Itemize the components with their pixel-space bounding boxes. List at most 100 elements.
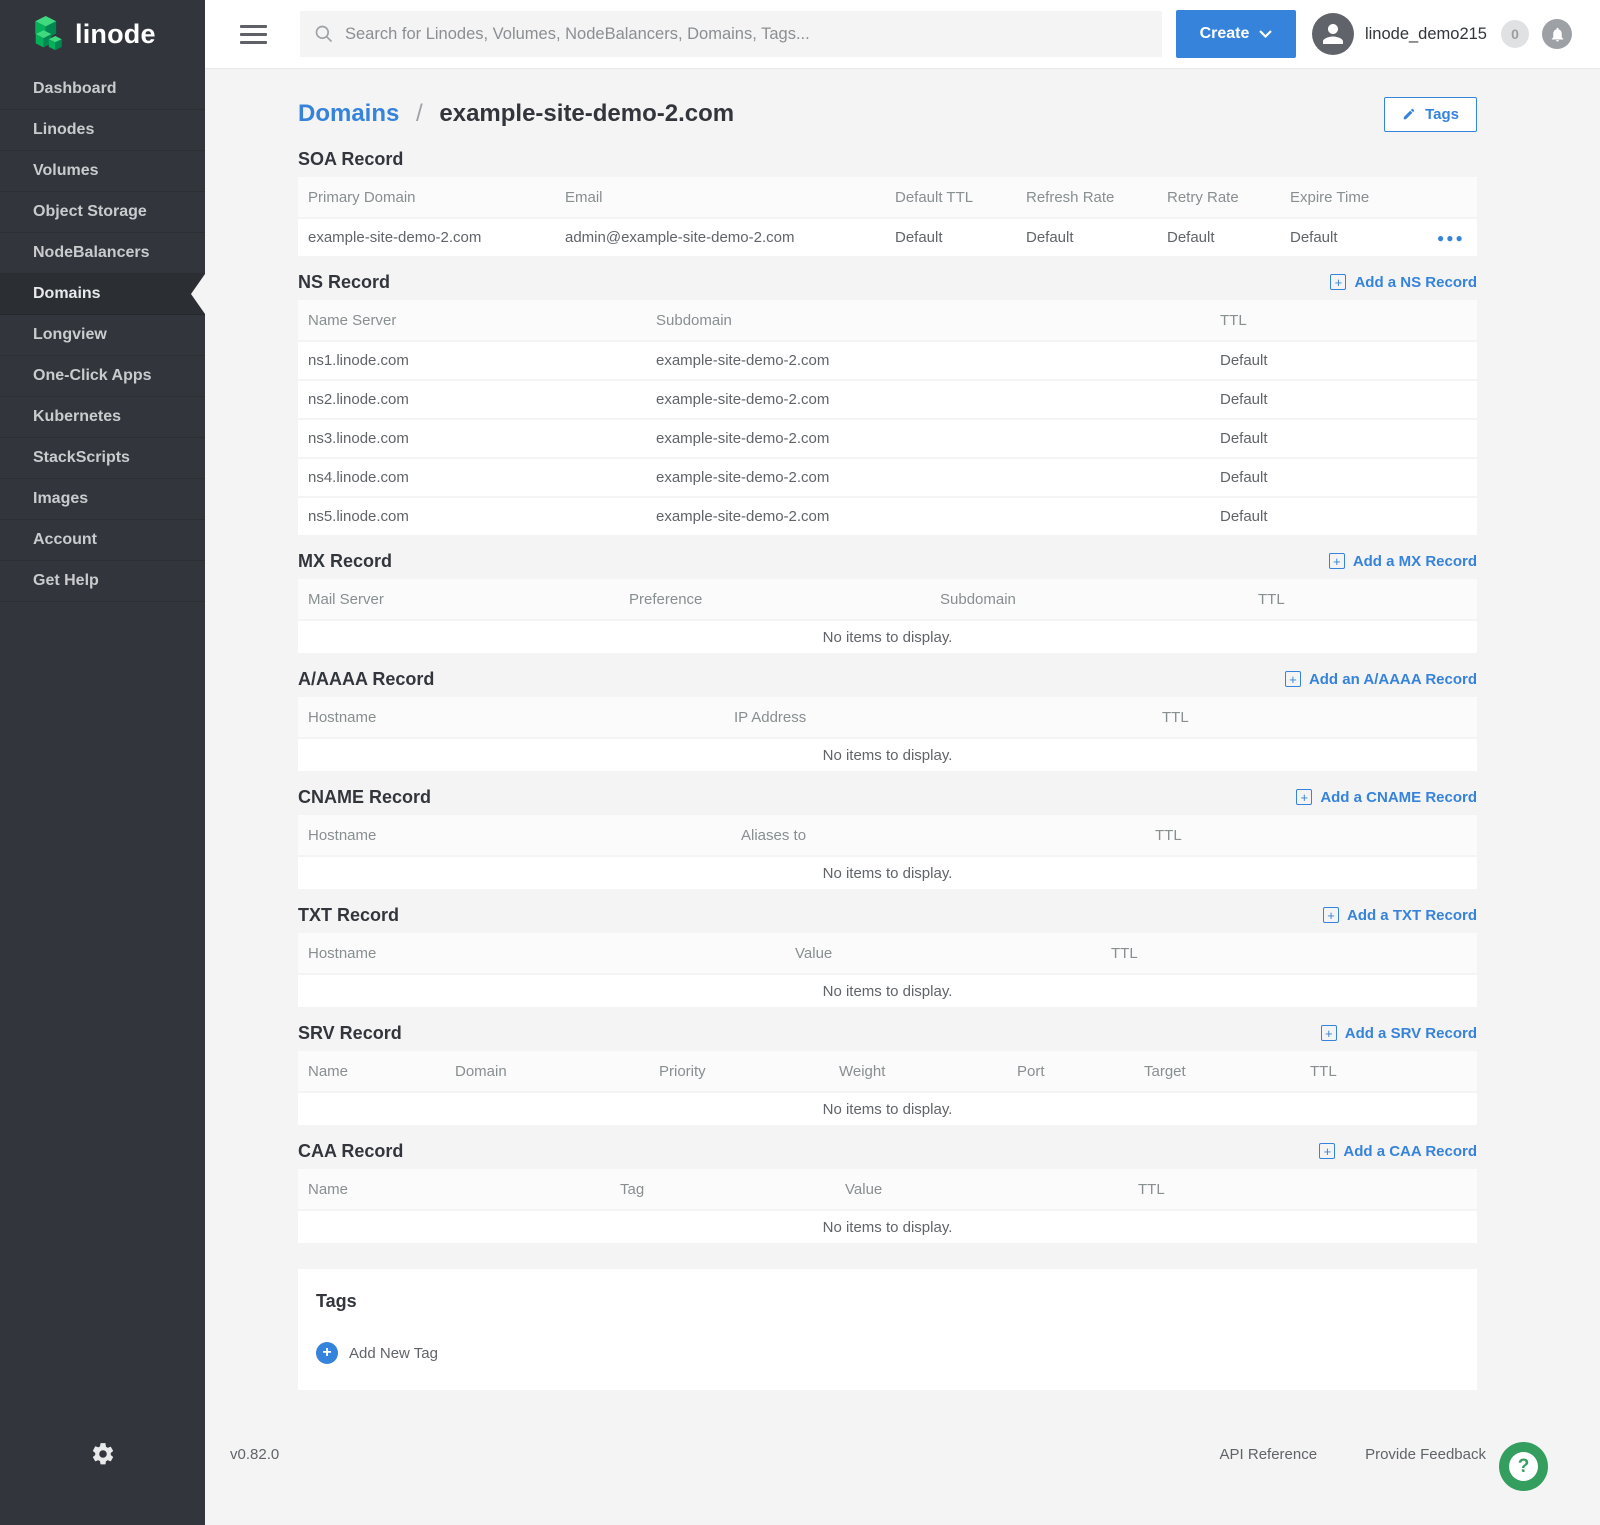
provide-feedback-link[interactable]: Provide Feedback bbox=[1365, 1446, 1486, 1463]
record-section-a: A/AAAA RecordAdd an A/AAAA RecordHostnam… bbox=[298, 667, 1477, 771]
record-section-cname: CNAME RecordAdd a CNAME RecordHostnameAl… bbox=[298, 785, 1477, 889]
create-button-label: Create bbox=[1200, 25, 1250, 43]
add-record-label: Add a NS Record bbox=[1354, 274, 1477, 291]
sidebar-item-nodebalancers[interactable]: NodeBalancers bbox=[0, 233, 205, 274]
column-header: Subdomain bbox=[940, 591, 1258, 608]
user-icon bbox=[1318, 19, 1348, 49]
sidebar-item-get-help[interactable]: Get Help bbox=[0, 561, 205, 602]
sidebar-item-volumes[interactable]: Volumes bbox=[0, 151, 205, 192]
add-new-tag-button[interactable]: Add New Tag bbox=[316, 1342, 438, 1364]
add-record-link-caa[interactable]: Add a CAA Record bbox=[1319, 1143, 1477, 1160]
section-title: SOA Record bbox=[298, 149, 403, 170]
column-header: IP Address bbox=[734, 709, 1162, 726]
add-record-link-a[interactable]: Add an A/AAAA Record bbox=[1285, 671, 1477, 688]
search-bar[interactable] bbox=[300, 11, 1162, 57]
sidebar-item-label: Object Storage bbox=[33, 203, 147, 221]
sidebar-item-one-click-apps[interactable]: One-Click Apps bbox=[0, 356, 205, 397]
table-row[interactable]: ns3.linode.comexample-site-demo-2.comDef… bbox=[298, 418, 1477, 457]
column-header: TTL bbox=[1310, 1063, 1467, 1080]
row-actions-button[interactable]: ●●● bbox=[1437, 231, 1469, 245]
column-header: Port bbox=[1017, 1063, 1144, 1080]
record-section-ns: NS Record Add a NS Record Name ServerSubdo… bbox=[298, 270, 1477, 535]
record-sections: SOA RecordPrimary DomainEmailDefault TTL… bbox=[298, 147, 1477, 1243]
sidebar-settings-button[interactable] bbox=[0, 1441, 205, 1467]
column-header: Retry Rate bbox=[1167, 189, 1290, 206]
sidebar-item-label: One-Click Apps bbox=[33, 367, 152, 385]
search-input[interactable] bbox=[345, 25, 1148, 44]
table-row[interactable]: ns4.linode.comexample-site-demo-2.comDef… bbox=[298, 457, 1477, 496]
table-row[interactable]: ns5.linode.comexample-site-demo-2.comDef… bbox=[298, 496, 1477, 535]
sidebar-item-images[interactable]: Images bbox=[0, 479, 205, 520]
add-record-link-mx[interactable]: Add a MX Record bbox=[1329, 553, 1477, 570]
table-header-row: NameDomainPriorityWeightPortTargetTTL bbox=[298, 1051, 1477, 1091]
sidebar-item-label: Get Help bbox=[33, 572, 99, 590]
table-cell: example-site-demo-2.com bbox=[656, 508, 1220, 525]
sidebar-item-domains[interactable]: Domains bbox=[0, 274, 205, 315]
empty-table-message: No items to display. bbox=[298, 737, 1477, 771]
column-header: TTL bbox=[1220, 312, 1467, 329]
sidebar-item-stackscripts[interactable]: StackScripts bbox=[0, 438, 205, 479]
top-header: Create linode_demo215 0 bbox=[205, 0, 1600, 69]
add-record-link-txt[interactable]: Add a TXT Record bbox=[1323, 907, 1477, 924]
section-header-a: A/AAAA RecordAdd an A/AAAA Record bbox=[298, 667, 1477, 691]
notifications-button[interactable] bbox=[1542, 19, 1572, 49]
add-record-link-ns[interactable]: Add a NS Record bbox=[1330, 274, 1477, 291]
empty-table-message: No items to display. bbox=[298, 1209, 1477, 1243]
add-box-icon bbox=[1323, 907, 1339, 923]
table-cell: Default bbox=[1220, 508, 1467, 525]
sidebar-item-object-storage[interactable]: Object Storage bbox=[0, 192, 205, 233]
column-header: Name bbox=[308, 1181, 620, 1198]
column-header: TTL bbox=[1111, 945, 1467, 962]
section-header-srv: SRV RecordAdd a SRV Record bbox=[298, 1021, 1477, 1045]
column-header: Domain bbox=[455, 1063, 659, 1080]
linode-logo[interactable]: linode bbox=[0, 0, 205, 69]
section-title: TXT Record bbox=[298, 905, 399, 926]
add-record-link-srv[interactable]: Add a SRV Record bbox=[1321, 1025, 1477, 1042]
column-header: Tag bbox=[620, 1181, 845, 1198]
table-cell: Default bbox=[1290, 229, 1437, 246]
help-button[interactable]: ? bbox=[1499, 1442, 1548, 1491]
column-header: TTL bbox=[1162, 709, 1467, 726]
sidebar-item-dashboard[interactable]: Dashboard bbox=[0, 69, 205, 110]
sidebar-item-label: NodeBalancers bbox=[33, 244, 150, 262]
sidebar-item-kubernetes[interactable]: Kubernetes bbox=[0, 397, 205, 438]
table-cell: Default bbox=[1220, 352, 1467, 369]
column-header: Expire Time bbox=[1290, 189, 1437, 206]
sidebar-item-label: Longview bbox=[33, 326, 107, 344]
tags-panel-title: Tags bbox=[316, 1291, 1459, 1312]
record-section-caa: CAA RecordAdd a CAA RecordNameTagValueTT… bbox=[298, 1139, 1477, 1243]
menu-icon[interactable] bbox=[240, 20, 267, 49]
add-record-label: Add an A/AAAA Record bbox=[1309, 671, 1477, 688]
empty-table-message: No items to display. bbox=[298, 855, 1477, 889]
api-reference-link[interactable]: API Reference bbox=[1220, 1446, 1318, 1463]
linode-cubes-icon bbox=[33, 16, 66, 54]
sidebar-item-account[interactable]: Account bbox=[0, 520, 205, 561]
table-header-row: Name ServerSubdomainTTL bbox=[298, 300, 1477, 340]
table-row[interactable]: example-site-demo-2.comadmin@example-sit… bbox=[298, 217, 1477, 256]
add-box-icon bbox=[1285, 671, 1301, 687]
table-row[interactable]: ns1.linode.comexample-site-demo-2.comDef… bbox=[298, 340, 1477, 379]
tags-button[interactable]: Tags bbox=[1384, 97, 1477, 132]
record-section-txt: TXT RecordAdd a TXT RecordHostnameValueT… bbox=[298, 903, 1477, 1007]
section-title: NS Record bbox=[298, 272, 390, 293]
table-cell: ns1.linode.com bbox=[308, 352, 656, 369]
notification-count-badge: 0 bbox=[1501, 20, 1529, 48]
create-button[interactable]: Create bbox=[1176, 10, 1296, 58]
avatar[interactable] bbox=[1312, 13, 1354, 55]
column-header: TTL bbox=[1138, 1181, 1467, 1198]
sidebar-item-linodes[interactable]: Linodes bbox=[0, 110, 205, 151]
username[interactable]: linode_demo215 bbox=[1365, 25, 1487, 44]
table-cell: Default bbox=[1167, 229, 1290, 246]
column-header: Primary Domain bbox=[308, 189, 565, 206]
add-record-label: Add a SRV Record bbox=[1345, 1025, 1477, 1042]
column-header: Name Server bbox=[308, 312, 656, 329]
table-cell: example-site-demo-2.com bbox=[656, 352, 1220, 369]
page-title: example-site-demo-2.com bbox=[439, 100, 734, 127]
column-header: Priority bbox=[659, 1063, 839, 1080]
table-row[interactable]: ns2.linode.comexample-site-demo-2.comDef… bbox=[298, 379, 1477, 418]
add-record-link-cname[interactable]: Add a CNAME Record bbox=[1296, 789, 1477, 806]
breadcrumb-domains-link[interactable]: Domains bbox=[298, 100, 399, 127]
table-header-row: NameTagValueTTL bbox=[298, 1169, 1477, 1209]
column-header: Subdomain bbox=[656, 312, 1220, 329]
sidebar-item-longview[interactable]: Longview bbox=[0, 315, 205, 356]
